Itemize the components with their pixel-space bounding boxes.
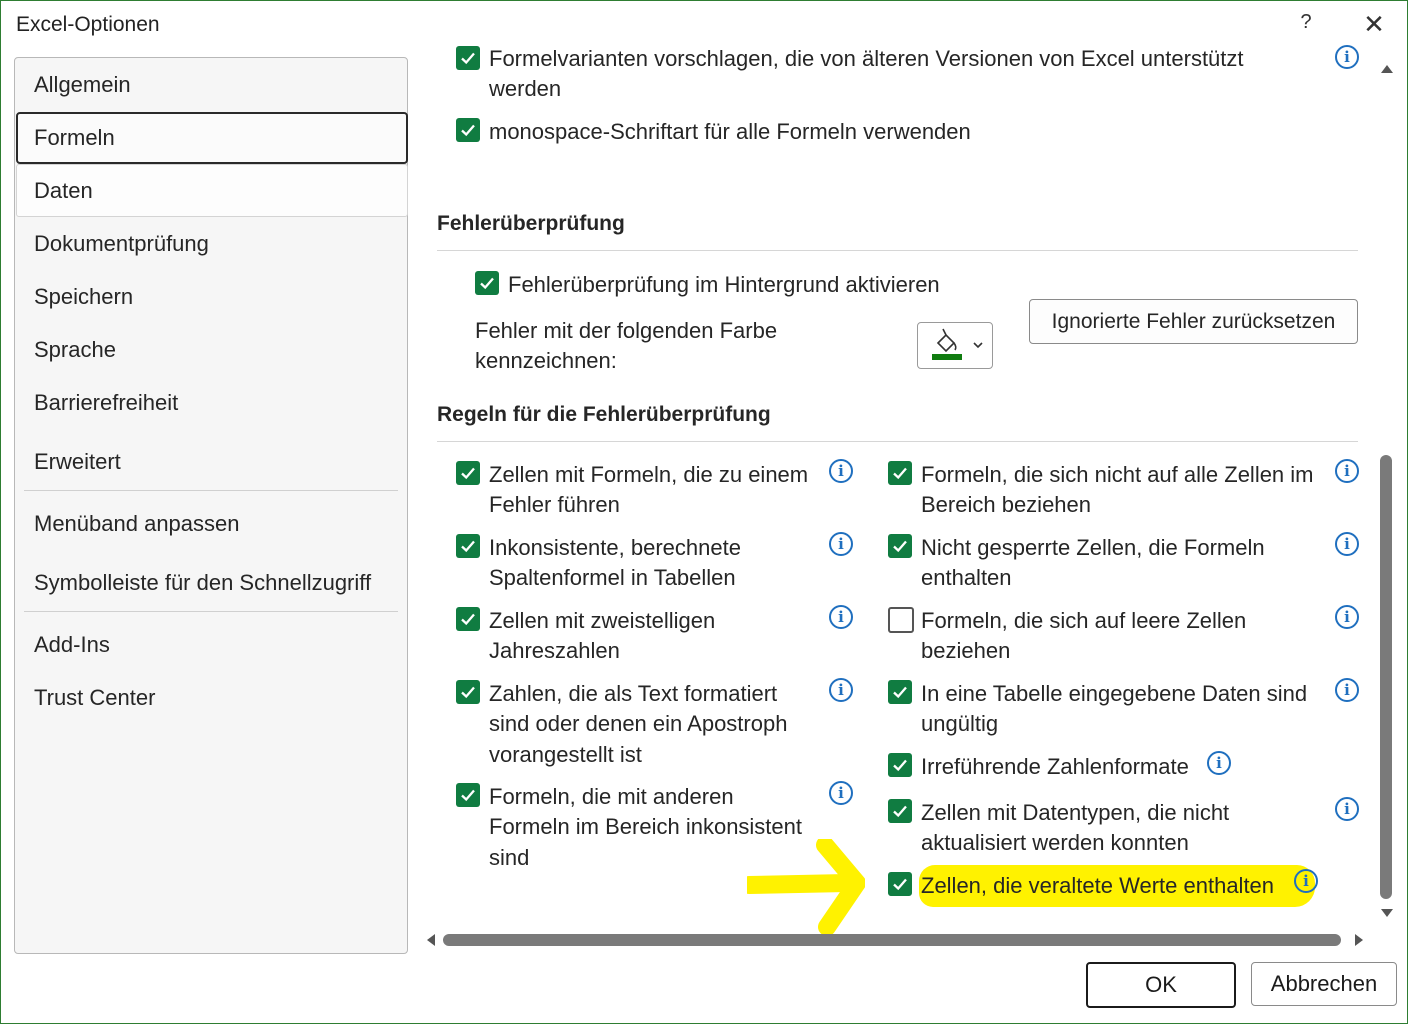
sidebar-item-menueband[interactable]: Menüband anpassen [34,511,240,537]
rule-left-5-line1: Formeln, die mit anderen [489,784,734,809]
checkbox-rule-left-2[interactable] [456,534,480,558]
vertical-scroll-thumb[interactable] [1380,455,1392,899]
info-icon[interactable]: i [829,532,853,556]
rule-right-3-line2: beziehen [921,638,1011,663]
sidebar-item-addins[interactable]: Add-Ins [34,632,110,658]
info-icon[interactable]: i [1207,751,1231,775]
info-icon[interactable]: i [829,781,853,805]
horizontal-scroll-thumb[interactable] [443,934,1341,946]
rule-left-5-line2: Formeln im Bereich inkonsistent [489,814,803,839]
option-monospace: monospace-Schriftart für alle Formeln ve… [489,119,971,144]
sidebar-item-schnellzugriff[interactable]: Symbolleiste für den Schnellzugriff [34,570,371,596]
checkbox-rule-right-5[interactable] [888,753,912,777]
error-color-label-line1: Fehler mit der folgenden Farbe [475,318,778,343]
rule-left-4-line1: Zahlen, die als Text formatiert [489,681,778,706]
close-button[interactable]: ✕ [1361,9,1387,39]
rule-left-4-line3: vorangestellt ist [489,742,642,767]
section-divider [437,250,1358,251]
reset-ignored-errors-button[interactable]: Ignorierte Fehler zurücksetzen [1029,299,1358,344]
rule-right-4-line1: In eine Tabelle eingegebene Daten sind [921,681,1308,706]
rule-left-1-line1: Zellen mit Formeln, die zu einem [489,462,809,487]
rule-left-5-line3: sind [489,845,530,870]
vertical-scrollbar[interactable] [1375,57,1397,923]
info-icon[interactable]: i [1335,678,1359,702]
sidebar-item-daten[interactable]: Daten [34,178,93,204]
sidebar-item-barrierefreiheit[interactable]: Barrierefreiheit [34,390,178,416]
sidebar-item-speichern[interactable]: Speichern [34,284,133,310]
option-formula-variants-line1: Formelvarianten vorschlagen, die von ält… [489,46,1244,71]
info-icon[interactable]: i [1335,532,1359,556]
info-icon[interactable]: i [1294,869,1318,893]
scroll-left-icon[interactable] [425,933,437,947]
sidebar-item-allgemein[interactable]: Allgemein [34,72,131,98]
sidebar: Allgemein Formeln Daten Dokumentprüfung … [14,57,408,954]
rule-right-6-line1: Zellen mit Datentypen, die nicht [921,800,1230,825]
checkbox-rule-right-6[interactable] [888,799,912,823]
cancel-button[interactable]: Abbrechen [1251,962,1397,1006]
checkbox-background-error-checking[interactable] [475,271,499,295]
checkbox-rule-right-3[interactable] [888,607,914,633]
checkbox-rule-right-4[interactable] [888,680,912,704]
checkbox-rule-left-4[interactable] [456,680,480,704]
info-icon[interactable]: i [829,678,853,702]
option-formula-variants-line2: werden [489,76,562,101]
checkbox-rule-left-5[interactable] [456,783,480,807]
option-background-error-checking: Fehlerüberprüfung im Hintergrund aktivie… [508,272,940,297]
checkbox-formula-variants[interactable] [456,46,480,70]
rule-left-1-line2: Fehler führen [489,492,620,517]
checkbox-rule-right-7[interactable] [888,872,912,896]
chevron-down-icon [973,342,983,349]
section-error-rules: Regeln für die Fehlerüberprüfung [437,403,771,426]
sidebar-item-trust-center[interactable]: Trust Center [34,685,155,711]
checkbox-rule-right-2[interactable] [888,534,912,558]
scroll-up-icon[interactable] [1380,63,1394,75]
info-icon[interactable]: i [1335,797,1359,821]
dialog-title: Excel-Optionen [16,13,160,36]
rule-right-2-line2: enthalten [921,565,1012,590]
rule-right-4-line2: ungültig [921,711,999,736]
section-error-checking: Fehlerüberprüfung [437,212,625,235]
rule-left-2-line1: Inkonsistente, berechnete [489,535,741,560]
info-icon[interactable]: i [1335,605,1359,629]
rule-right-1-line2: Bereich beziehen [921,492,1092,517]
checkbox-rule-left-1[interactable] [456,461,480,485]
info-icon[interactable]: i [829,605,853,629]
rule-right-3-line1: Formeln, die sich auf leere Zellen [921,608,1247,633]
error-color-label-line2: kennzeichnen: [475,348,617,373]
help-button[interactable]: ? [1294,11,1318,39]
info-icon[interactable]: i [829,459,853,483]
paint-bucket-icon [932,328,983,360]
rule-left-4-line2: sind oder denen ein Apostroph [489,711,788,736]
checkbox-monospace[interactable] [456,118,480,142]
excel-options-dialog: Excel-Optionen ? ✕ Allgemein Formeln Dat… [0,0,1408,1024]
options-content: Formelvarianten vorschlagen, die von ält… [419,41,1371,946]
sidebar-item-formeln[interactable]: Formeln [34,125,115,151]
rule-left-3-line1: Zellen mit zweistelligen [489,608,716,633]
rule-right-1-line1: Formeln, die sich nicht auf alle Zellen … [921,462,1314,487]
info-icon[interactable]: i [1335,45,1359,69]
sidebar-divider [24,490,398,491]
checkbox-rule-right-1[interactable] [888,461,912,485]
rule-right-5-line1: Irreführende Zahlenformate [921,754,1189,779]
sidebar-item-sprache[interactable]: Sprache [34,337,116,363]
rule-right-6-line2: aktualisiert werden konnten [921,830,1189,855]
horizontal-scrollbar[interactable] [421,929,1369,951]
ok-button[interactable]: OK [1086,962,1236,1008]
rule-right-7-line1: Zellen, die veraltete Werte enthalten [921,873,1275,898]
section-divider [437,441,1358,442]
arrow-annotation [747,839,865,935]
rule-left-3-line2: Jahreszahlen [489,638,620,663]
rule-left-2-line2: Spaltenformel in Tabellen [489,565,736,590]
sidebar-item-dokumentpruefung[interactable]: Dokumentprüfung [34,231,209,257]
sidebar-item-erweitert[interactable]: Erweitert [34,449,121,475]
error-color-picker[interactable] [917,322,993,369]
scroll-down-icon[interactable] [1380,907,1394,919]
scroll-right-icon[interactable] [1353,933,1365,947]
info-icon[interactable]: i [1335,459,1359,483]
rule-right-2-line1: Nicht gesperrte Zellen, die Formeln [921,535,1265,560]
checkbox-rule-left-3[interactable] [456,607,480,631]
sidebar-divider [24,611,398,612]
